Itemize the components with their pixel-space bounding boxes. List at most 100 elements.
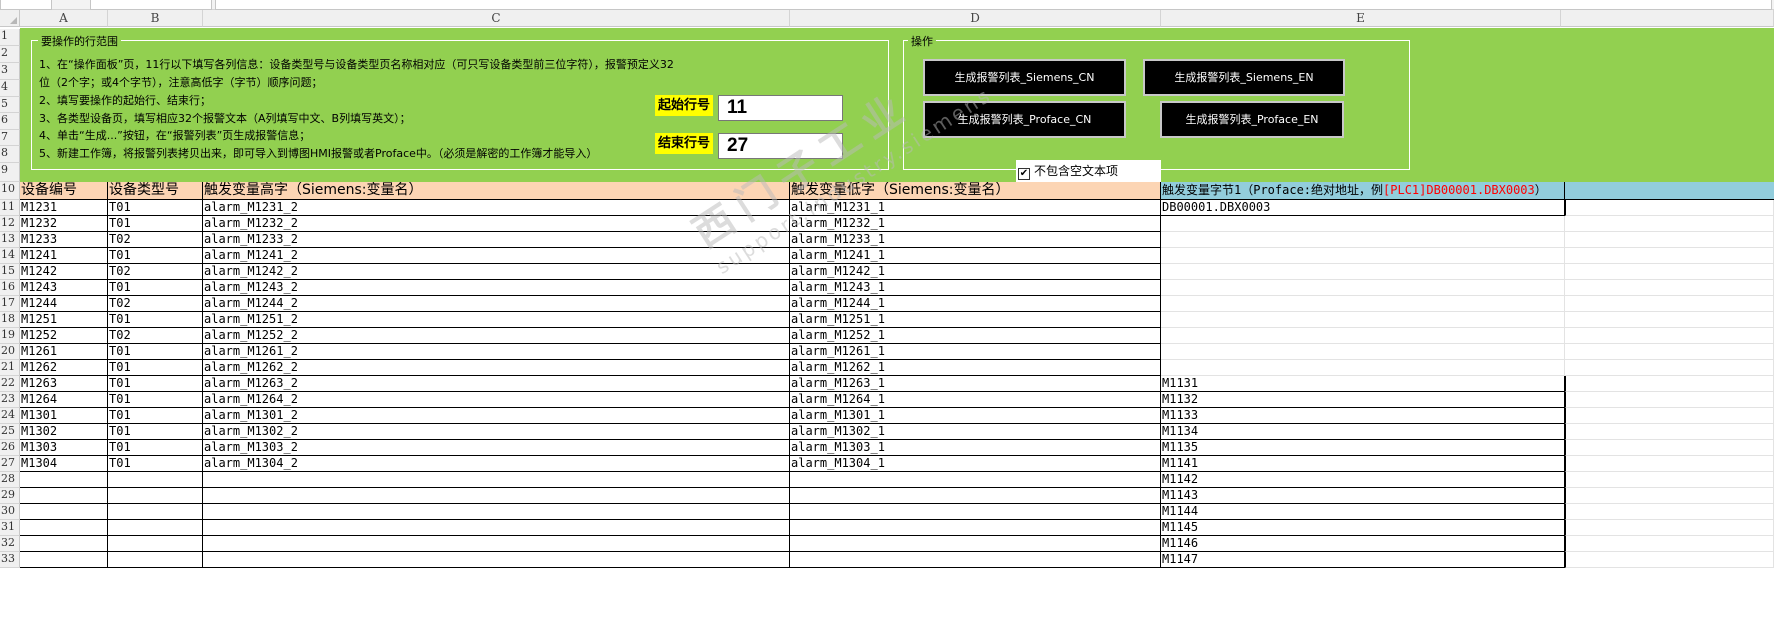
trigger-byte1-cell[interactable]: DB00001.DBX0003 xyxy=(1161,200,1565,216)
row-header[interactable]: 10 xyxy=(0,182,20,200)
row-header[interactable]: 13 xyxy=(0,232,20,248)
trigger-high-cell[interactable]: alarm_M1264_2 xyxy=(203,392,790,408)
next-column-cell[interactable] xyxy=(1565,200,1774,216)
device-id-cell[interactable] xyxy=(20,520,108,536)
device-type-cell[interactable]: T01 xyxy=(108,280,203,296)
device-type-cell[interactable] xyxy=(108,504,203,520)
device-id-cell[interactable] xyxy=(20,536,108,552)
next-column-cell[interactable] xyxy=(1565,296,1774,312)
device-id-cell[interactable]: M1242 xyxy=(20,264,108,280)
device-id-cell[interactable]: M1261 xyxy=(20,344,108,360)
row-header[interactable]: 5 xyxy=(0,97,20,113)
device-type-cell[interactable]: T01 xyxy=(108,344,203,360)
device-type-cell[interactable]: T02 xyxy=(108,328,203,344)
trigger-high-cell[interactable]: alarm_M1263_2 xyxy=(203,376,790,392)
next-column-cell[interactable] xyxy=(1565,552,1774,568)
trigger-high-cell[interactable] xyxy=(203,536,790,552)
next-column-cell[interactable] xyxy=(1565,488,1774,504)
trigger-byte1-cell[interactable] xyxy=(1161,280,1565,296)
trigger-low-cell[interactable]: alarm_M1261_1 xyxy=(790,344,1161,360)
next-column-cell[interactable] xyxy=(1565,536,1774,552)
device-id-cell[interactable]: M1251 xyxy=(20,312,108,328)
next-column-cell[interactable] xyxy=(1565,376,1774,392)
device-id-cell[interactable]: M1304 xyxy=(20,456,108,472)
device-id-cell[interactable]: M1262 xyxy=(20,360,108,376)
device-id-cell[interactable]: M1243 xyxy=(20,280,108,296)
next-column-cell[interactable] xyxy=(1565,392,1774,408)
column-header-c[interactable]: C xyxy=(203,10,790,27)
device-id-cell[interactable] xyxy=(20,472,108,488)
header-device-id[interactable]: 设备编号 xyxy=(20,182,108,200)
device-type-cell[interactable] xyxy=(108,520,203,536)
device-type-cell[interactable]: T01 xyxy=(108,408,203,424)
device-type-cell[interactable]: T01 xyxy=(108,376,203,392)
trigger-low-cell[interactable] xyxy=(790,552,1161,568)
device-id-cell[interactable]: M1244 xyxy=(20,296,108,312)
row-header[interactable]: 9 xyxy=(0,163,20,182)
trigger-high-cell[interactable]: alarm_M1244_2 xyxy=(203,296,790,312)
trigger-high-cell[interactable]: alarm_M1261_2 xyxy=(203,344,790,360)
device-id-cell[interactable]: M1233 xyxy=(20,232,108,248)
device-id-cell[interactable]: M1302 xyxy=(20,424,108,440)
column-header-f[interactable] xyxy=(1561,10,1774,27)
trigger-byte1-cell[interactable]: M1145 xyxy=(1161,520,1565,536)
select-all-corner[interactable] xyxy=(0,10,20,27)
trigger-low-cell[interactable]: alarm_M1242_1 xyxy=(790,264,1161,280)
generate-proface-cn-button[interactable]: 生成报警列表_Proface_CN xyxy=(923,101,1126,138)
trigger-byte1-cell[interactable]: M1146 xyxy=(1161,536,1565,552)
row-header[interactable]: 32 xyxy=(0,536,20,552)
next-column-cell[interactable] xyxy=(1565,264,1774,280)
trigger-high-cell[interactable]: alarm_M1251_2 xyxy=(203,312,790,328)
device-type-cell[interactable] xyxy=(108,472,203,488)
trigger-low-cell[interactable]: alarm_M1241_1 xyxy=(790,248,1161,264)
trigger-high-cell[interactable]: alarm_M1232_2 xyxy=(203,216,790,232)
header-device-type[interactable]: 设备类型号 xyxy=(108,182,203,200)
row-header[interactable]: 26 xyxy=(0,440,20,456)
next-column-cell[interactable] xyxy=(1565,456,1774,472)
next-column-cell[interactable] xyxy=(1565,216,1774,232)
device-id-cell[interactable]: M1241 xyxy=(20,248,108,264)
row-header[interactable]: 11 xyxy=(0,200,20,216)
start-row-input[interactable]: 11 xyxy=(718,95,843,121)
header-trigger-low[interactable]: 触发变量低字（Siemens:变量名） xyxy=(790,182,1161,200)
trigger-low-cell[interactable] xyxy=(790,520,1161,536)
trigger-high-cell[interactable]: alarm_M1252_2 xyxy=(203,328,790,344)
row-header[interactable]: 30 xyxy=(0,504,20,520)
row-header[interactable]: 14 xyxy=(0,248,20,264)
device-type-cell[interactable]: T01 xyxy=(108,360,203,376)
generate-siemens-en-button[interactable]: 生成报警列表_Siemens_EN xyxy=(1143,59,1345,96)
header-trigger-high[interactable]: 触发变量高字（Siemens:变量名） xyxy=(203,182,790,200)
next-column-cell[interactable] xyxy=(1565,344,1774,360)
checkbox-box[interactable]: ✔ xyxy=(1018,168,1030,180)
next-column-cell[interactable] xyxy=(1565,248,1774,264)
generate-proface-en-button[interactable]: 生成报警列表_Proface_EN xyxy=(1160,101,1344,138)
device-type-cell[interactable]: T02 xyxy=(108,296,203,312)
device-type-cell[interactable] xyxy=(108,488,203,504)
trigger-high-cell[interactable]: alarm_M1233_2 xyxy=(203,232,790,248)
device-id-cell[interactable]: M1232 xyxy=(20,216,108,232)
trigger-byte1-cell[interactable] xyxy=(1161,264,1565,280)
row-header[interactable]: 23 xyxy=(0,392,20,408)
trigger-low-cell[interactable]: alarm_M1302_1 xyxy=(790,424,1161,440)
trigger-byte1-cell[interactable]: M1141 xyxy=(1161,456,1565,472)
row-header[interactable]: 25 xyxy=(0,424,20,440)
device-type-cell[interactable]: T01 xyxy=(108,200,203,216)
device-id-cell[interactable]: M1264 xyxy=(20,392,108,408)
device-type-cell[interactable]: T01 xyxy=(108,392,203,408)
device-type-cell[interactable]: T01 xyxy=(108,456,203,472)
trigger-byte1-cell[interactable] xyxy=(1161,248,1565,264)
next-column-cell[interactable] xyxy=(1565,440,1774,456)
trigger-high-cell[interactable] xyxy=(203,552,790,568)
row-header[interactable]: 24 xyxy=(0,408,20,424)
device-id-cell[interactable]: M1263 xyxy=(20,376,108,392)
trigger-high-cell[interactable]: alarm_M1241_2 xyxy=(203,248,790,264)
row-header[interactable]: 12 xyxy=(0,216,20,232)
row-header[interactable]: 29 xyxy=(0,488,20,504)
next-column-cell[interactable] xyxy=(1565,280,1774,296)
row-header[interactable]: 21 xyxy=(0,360,20,376)
device-id-cell[interactable]: M1301 xyxy=(20,408,108,424)
trigger-byte1-cell[interactable] xyxy=(1161,232,1565,248)
device-id-cell[interactable] xyxy=(20,488,108,504)
device-id-cell[interactable]: M1303 xyxy=(20,440,108,456)
name-box[interactable] xyxy=(0,0,52,10)
